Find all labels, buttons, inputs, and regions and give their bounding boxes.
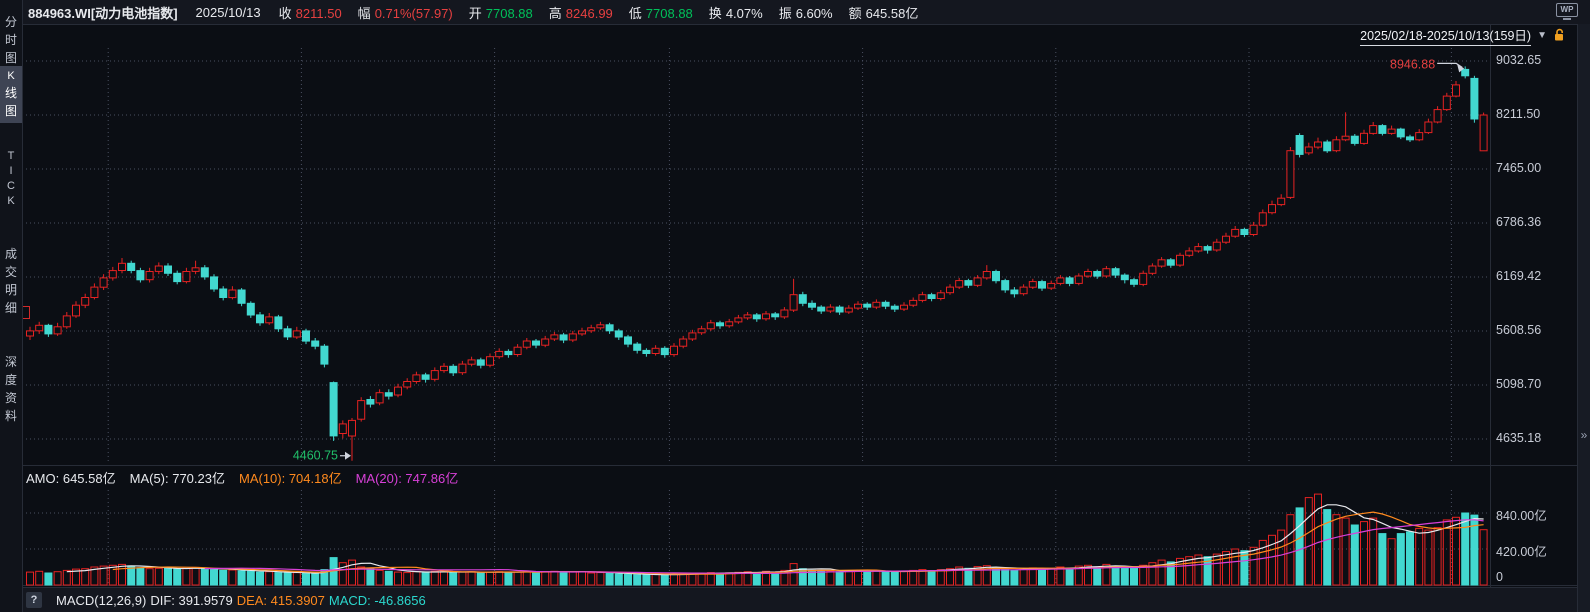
sidebar-item-tick[interactable]: TICK (0, 146, 22, 212)
date-range-button[interactable]: 2025/02/18-2025/10/13(159日) (1360, 25, 1531, 46)
volume-axis: 840.00亿 420.00亿 0 (1496, 0, 1586, 612)
expand-panel-button[interactable]: » (1578, 428, 1590, 442)
sidebar-item-trade-detail[interactable]: 成交明细 (0, 242, 22, 320)
sidebar: 分时图K线图 TICK 成交明细深度资料 (0, 0, 23, 612)
volume-layer (27, 494, 1488, 585)
macd-item: DIF: 391.9579 (150, 593, 232, 608)
sidebar-item-kline-chart[interactable]: K线图 (0, 66, 22, 123)
chevron-down-icon[interactable]: ▼ (1537, 30, 1547, 41)
trading-terminal: 8946.884460.75 884963.WI[动力电池指数] 2025/10… (0, 0, 1590, 612)
macd-values: MACD(12,26,9) DIF: 391.9579 DEA: 415.3907 M… (56, 593, 430, 608)
candlestick-layer (27, 66, 1488, 460)
kline-chart-canvas[interactable]: 8946.88 4460.75 (0, 0, 1590, 612)
volume-ma5-line (67, 505, 1484, 575)
unlock-icon[interactable] (1553, 28, 1566, 42)
macd-item: DEA: 415.3907 (237, 593, 325, 608)
right-rail: » (1577, 24, 1590, 612)
volume-tick: 420.00亿 (1496, 541, 1547, 560)
volume-tick: 840.00亿 (1496, 505, 1547, 524)
sidebar-item-minute-chart[interactable]: 分时图 (0, 10, 22, 70)
macd-item: MACD: -46.8656 (329, 593, 426, 608)
macd-item: MACD(12,26,9) (56, 593, 146, 608)
sidebar-item-depth-info[interactable]: 深度资料 (0, 350, 22, 428)
help-button[interactable]: ? (26, 592, 42, 608)
range-selector: 2025/02/18-2025/10/13(159日) ▼ (1360, 27, 1566, 43)
volume-tick: 0 (1496, 570, 1503, 584)
period-low-label: 4460.75 (293, 449, 338, 463)
volume-ma20-line (205, 520, 1484, 574)
macd-status-bar: ? MACD(12,26,9) DIF: 391.9579 DEA: 415.390… (22, 587, 1590, 612)
period-high-label: 8946.88 (1390, 57, 1435, 71)
